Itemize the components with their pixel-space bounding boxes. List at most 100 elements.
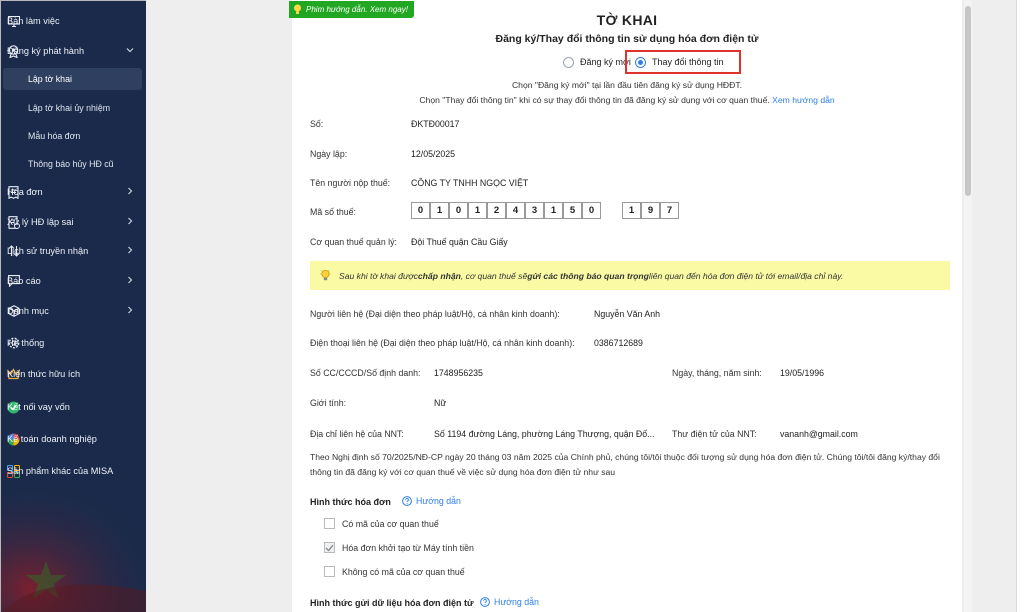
sidebar-item-label: Hệ thống <box>7 338 45 348</box>
ngay-lap-value: 12/05/2025 <box>411 149 456 159</box>
sidebar-item-loan[interactable]: Kết nối vay vốn <box>1 396 146 418</box>
gioi-tinh-label: Giới tính: <box>310 398 347 408</box>
sidebar-item-register[interactable]: Đăng ký phát hành <box>1 40 146 62</box>
nguoi-lien-he-label: Người liên hệ (Đại diện theo pháp luật/H… <box>310 309 560 319</box>
so-value: ĐKTĐ00017 <box>411 119 460 129</box>
page-subtitle: Đăng ký/Thay đổi thông tin sử dụng hóa đ… <box>495 33 759 45</box>
decree-paragraph: Theo Nghị định số 70/2025/NĐ-CP ngày 20 … <box>310 452 940 477</box>
cccd-value: 1748956235 <box>434 368 483 378</box>
radio-circle[interactable] <box>563 56 574 68</box>
checkbox-co-ma[interactable]: Có mã của cơ quan thuế <box>324 518 439 529</box>
ngay-lap-label: Ngày lập: <box>310 149 348 159</box>
highlight-box <box>625 50 741 74</box>
ten-nnt-label: Tên người nộp thuế: <box>310 178 391 188</box>
notice-bold-2: gửi các thông báo quan trọng <box>527 270 649 281</box>
co-quan-thue-value: Đội Thuế quận Cầu Giấy <box>411 237 508 247</box>
ngay-sinh-value: 19/05/1996 <box>780 368 825 378</box>
tax-digit-box: 1 <box>622 202 641 219</box>
tax-digit-box: 0 <box>582 202 601 219</box>
dia-chi-value: Số 1194 đường Láng, phường Láng Thượng, … <box>434 429 655 439</box>
dia-chi-label: Địa chỉ liên hệ của NNT: <box>310 429 404 439</box>
sidebar-item-desk[interactable]: Bàn làm việc <box>1 10 146 32</box>
radio-new-registration[interactable]: Đăng ký mới <box>563 53 631 71</box>
chevron-right-icon <box>128 276 133 284</box>
note-line-2: Chọn "Thay đổi thông tin" khi có sự thay… <box>292 95 962 105</box>
sidebar-item-knowledge[interactable]: Kiến thức hữu ích <box>1 363 146 385</box>
tax-digit-box: 0 <box>449 202 468 219</box>
tax-digit-box: 1 <box>468 202 487 219</box>
invoice-type-guide-link[interactable]: Hướng dẫn <box>402 496 461 506</box>
chevron-right-icon <box>128 246 133 254</box>
notice-bold-1: chấp nhận <box>417 270 461 281</box>
tax-digit-box: 0 <box>411 202 430 219</box>
help-circle-icon <box>480 597 490 607</box>
email-value: vananh@gmail.com <box>780 429 858 439</box>
lightbulb-icon <box>320 269 331 282</box>
right-edge <box>1016 0 1024 612</box>
checkbox-box[interactable] <box>324 518 335 529</box>
notice-banner: Sau khi tờ khai được chấp nhận, cơ quan … <box>310 261 950 290</box>
sidebar-item-category[interactable]: Danh mục <box>1 300 146 322</box>
note-line-2-text: Chọn "Thay đổi thông tin" khi có sự thay… <box>419 95 770 105</box>
sidebar-item-accounting[interactable]: Kế toán doanh nghiệp <box>1 428 146 450</box>
checkbox-label: Có mã của cơ quan thuế <box>342 518 439 529</box>
scrollbar-thumb[interactable] <box>965 6 971 196</box>
sidebar-decoration-image <box>1 491 146 612</box>
nguoi-lien-he-value: Nguyễn Văn Anh <box>594 309 661 319</box>
sidebar-item-report[interactable]: Báo cáo <box>1 270 146 292</box>
check-icon <box>325 544 334 551</box>
chevron-right-icon <box>128 306 133 314</box>
checkbox-label: Hóa đơn khởi tạo từ Máy tính tiền <box>342 542 474 553</box>
note-line-1: Chọn "Đăng ký mới" tại lần đầu tiên đăng… <box>511 80 743 90</box>
co-quan-thue-label: Cơ quan thuế quản lý: <box>310 237 397 247</box>
guide-label: Hướng dẫn <box>416 496 461 506</box>
send-data-guide-link[interactable]: Hướng dẫn <box>480 597 539 607</box>
checkbox-box-checked[interactable] <box>324 542 335 553</box>
gioi-tinh-value: Nữ <box>434 398 447 408</box>
sidebar-item-system[interactable]: Hệ thống <box>1 332 146 354</box>
chevron-right-icon <box>128 217 133 225</box>
sidebar-item-label: Báo cáo <box>7 276 41 286</box>
tax-digit-box: 4 <box>506 202 525 219</box>
tax-digit-box: 7 <box>660 202 679 219</box>
notice-text-1: Sau khi tờ khai được <box>339 270 418 281</box>
sidebar-item-label: Bàn làm việc <box>7 16 60 26</box>
section-invoice-type-title: Hình thức hóa đơn <box>310 497 391 507</box>
cccd-label: Số CC/CCCD/Số định danh: <box>310 368 421 378</box>
sidebar-item-label: Danh mục <box>7 306 49 316</box>
checkbox-label: Không có mã của cơ quan thuế <box>342 566 465 577</box>
sidebar-item-label: Kiến thức hữu ích <box>7 369 81 379</box>
tax-digit-box: 1 <box>430 202 449 219</box>
sidebar-item-label: Kết nối vay vốn <box>7 402 70 412</box>
sidebar-sub-thong-bao-huy[interactable]: Thông báo hủy HĐ cũ <box>3 153 142 175</box>
sidebar-item-label: Lịch sử truyền nhận <box>7 246 89 256</box>
sidebar-item-label: Xử lý HĐ lập sai <box>7 217 74 227</box>
tax-digit-box: 2 <box>487 202 506 219</box>
sidebar-sub-uy-nhiem[interactable]: Lập tờ khai ủy nhiệm <box>3 97 142 119</box>
sidebar-item-label: Đăng ký phát hành <box>7 46 85 56</box>
guide-label: Hướng dẫn <box>494 597 539 607</box>
tax-digit-box: 9 <box>641 202 660 219</box>
tax-digit-box: 5 <box>563 202 582 219</box>
checkbox-khong-co-ma[interactable]: Không có mã của cơ quan thuế <box>324 566 465 577</box>
sidebar-sub-mau-hoa-don[interactable]: Mẫu hóa đơn <box>3 125 142 147</box>
sidebar: Bàn làm việc Đăng ký phát hành Lập tờ kh… <box>0 0 146 612</box>
view-guide-link[interactable]: Xem hướng dẫn <box>772 95 835 105</box>
so-label: Số: <box>310 119 324 129</box>
notice-text-2: , cơ quan thuế sẽ <box>460 270 528 281</box>
notice-text-3: liên quan đến hóa đơn điện tử tới email/… <box>648 270 844 281</box>
sidebar-item-misa-products[interactable]: Sản phẩm khác của MISA <box>1 460 146 482</box>
checkbox-may-tinh-tien[interactable]: Hóa đơn khởi tạo từ Máy tính tiền <box>324 542 474 553</box>
section-send-data-title: Hình thức gửi dữ liệu hóa đơn điện tử <box>310 598 474 608</box>
sidebar-item-invoice[interactable]: Hóa đơn <box>1 181 146 203</box>
sidebar-sub-lap-to-khai[interactable]: Lập tờ khai <box>3 68 142 90</box>
sidebar-item-label: Kế toán doanh nghiệp <box>7 434 97 444</box>
mst-label: Mã số thuế: <box>310 207 356 217</box>
sidebar-item-history[interactable]: Lịch sử truyền nhận <box>1 240 146 262</box>
dien-thoai-label: Điện thoại liên hệ (Đại diện theo pháp l… <box>310 338 575 348</box>
tax-digit-box: 1 <box>544 202 563 219</box>
chevron-down-icon <box>126 48 134 53</box>
sidebar-item-fix[interactable]: Xử lý HĐ lập sai <box>1 211 146 233</box>
checkbox-box[interactable] <box>324 566 335 577</box>
dien-thoai-value: 0386712689 <box>594 338 643 348</box>
